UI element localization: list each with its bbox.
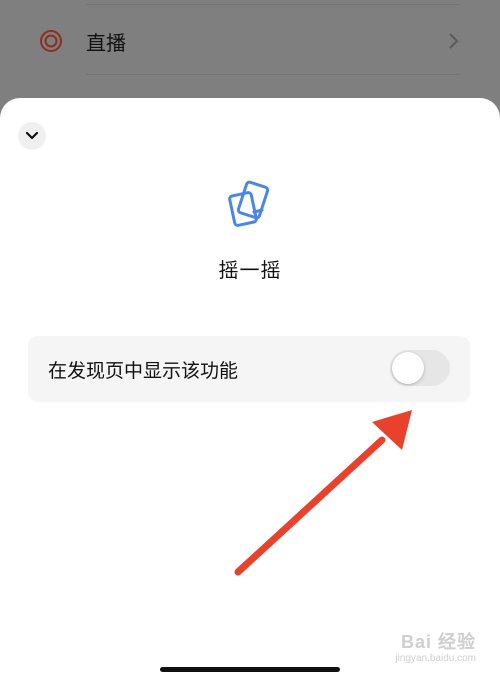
watermark-url: jingyan.baidu.com [395,653,476,664]
list-item-live[interactable]: 直播 [0,18,500,66]
feature-title: 摇一摇 [218,258,282,282]
setting-label: 在发现页中显示该功能 [48,360,239,382]
chevron-down-icon [25,131,39,140]
show-in-discover-toggle[interactable] [390,350,450,386]
background-settings-list: 直播 [0,0,500,110]
live-ring-icon [40,30,62,52]
list-item-label: 直播 [86,31,126,55]
list-divider [86,4,460,5]
show-in-discover-setting: 在发现页中显示该功能 [28,336,470,402]
shake-phones-icon [228,180,270,227]
feature-bottom-sheet: 摇一摇 在发现页中显示该功能 [0,98,500,683]
watermark: Bai 经验 jingyan.baidu.com [395,628,476,664]
collapse-button[interactable] [18,122,46,150]
toggle-knob [392,352,424,384]
chevron-right-icon [449,33,459,49]
home-indicator[interactable] [160,667,340,672]
watermark-logo: Bai 经验 [400,632,476,652]
list-divider [86,74,460,75]
